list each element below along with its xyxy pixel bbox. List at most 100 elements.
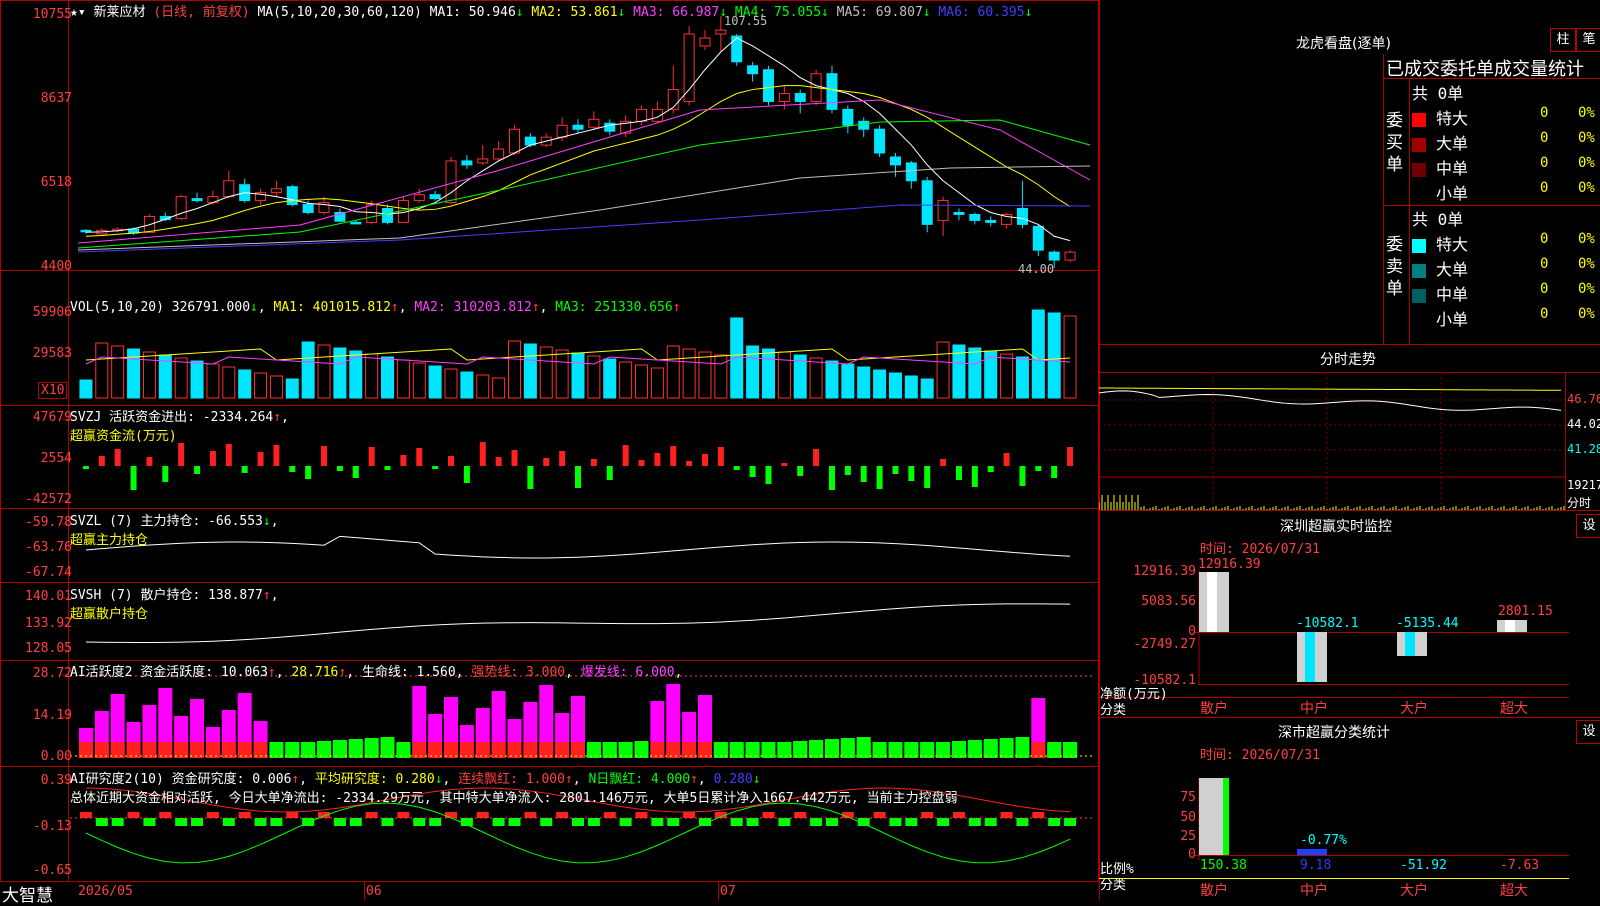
ai-research-title: AI研究度2(10) 资金研究度: 0.006↑, 平均研究度: 0.280↓,…	[70, 772, 958, 806]
svzj-bars	[82, 442, 1074, 490]
candle-body	[778, 93, 790, 102]
intraday-title[interactable]: 分时走势	[1320, 349, 1376, 369]
volume-bar	[190, 360, 204, 399]
research-bar	[286, 812, 299, 818]
color-swatch	[1412, 263, 1426, 278]
ma-value: MA4: 75.055	[734, 5, 822, 20]
ma-value: MA3: 66.987	[633, 5, 720, 20]
svzj-bar	[622, 445, 629, 466]
order-pct: 0%	[1578, 281, 1595, 297]
pen-mode-button[interactable]: 笔	[1576, 28, 1600, 52]
order-row: 特大	[1412, 231, 1468, 255]
sz-category: 大户	[1400, 701, 1428, 717]
ai-active-base	[142, 742, 157, 758]
research-bar	[429, 818, 442, 826]
order-count: 0	[1540, 281, 1549, 297]
research-bar	[921, 812, 934, 818]
sell-total: 共 0单	[1412, 210, 1464, 229]
candle-body	[937, 200, 949, 221]
order-pct: 0%	[1578, 155, 1595, 171]
order-count: 0	[1540, 155, 1549, 171]
candle-body	[429, 194, 441, 200]
order-pct: 0%	[1578, 105, 1595, 121]
stock-name[interactable]: 新莱应材	[93, 5, 145, 20]
volume-bar	[317, 344, 331, 399]
candle-body	[1048, 251, 1060, 261]
volume-bar	[1015, 356, 1029, 399]
svzj-bar	[813, 449, 820, 466]
svzj-bar	[511, 450, 518, 466]
research-bar	[365, 812, 378, 818]
volume-bar	[1063, 315, 1077, 399]
volume-bar	[571, 352, 585, 399]
sz-bar-highlight	[1305, 632, 1315, 682]
volume-bar	[238, 369, 252, 399]
color-swatch	[1412, 137, 1426, 152]
research-bar	[254, 818, 267, 826]
chart-area[interactable]: 107.55 44.00	[0, 0, 1100, 900]
research-bar	[603, 812, 616, 818]
cls-category: 散户	[1200, 883, 1228, 899]
volume-bar	[1047, 312, 1061, 399]
svzj-bar	[384, 466, 391, 470]
volume-bar	[269, 375, 283, 399]
svzj-bar	[670, 446, 677, 466]
volume-bar	[666, 345, 680, 399]
candle-body	[747, 65, 759, 75]
svzj-y-label: 47679	[32, 410, 72, 425]
svzj-bar	[924, 466, 931, 488]
svzj-bar	[559, 451, 566, 466]
volume-bar	[476, 374, 490, 399]
color-swatch	[1412, 162, 1426, 177]
svzj-bar	[241, 466, 248, 473]
candle-body	[985, 219, 997, 223]
svzj-bar	[194, 466, 201, 474]
ai-active-base	[761, 742, 776, 758]
svzj-bar	[797, 466, 804, 476]
candle-body	[302, 204, 314, 213]
sz-bar-highlight	[1207, 572, 1217, 632]
research-bar	[619, 818, 632, 826]
star-icon[interactable]: ★▾	[70, 5, 86, 20]
bar-mode-button[interactable]: 柱	[1550, 28, 1576, 52]
cls-y-label: 50	[1180, 810, 1196, 825]
ai-active-base	[126, 742, 141, 758]
color-swatch	[1412, 112, 1426, 127]
svzj-bar	[765, 466, 772, 484]
order-row: 中单	[1412, 155, 1468, 179]
intraday-label: 44.02	[1567, 417, 1600, 431]
volume-bar	[761, 348, 775, 399]
ai-active-base	[1015, 742, 1030, 758]
order-count: 0	[1540, 256, 1549, 272]
volume-bar	[523, 343, 537, 399]
research-bar	[492, 818, 505, 826]
sz-y-label: 12916.39	[1133, 564, 1196, 579]
cls-value: 9.18	[1300, 858, 1332, 873]
order-stats-title: 已成交委托单成交量统计	[1386, 59, 1584, 80]
candle-body	[842, 108, 854, 126]
svzj-bar	[336, 466, 343, 471]
order-row: 中单	[1412, 281, 1468, 305]
ai-active-base	[840, 742, 855, 758]
svzj-bar	[543, 458, 550, 466]
research-bar	[175, 818, 188, 826]
svzj-bar	[463, 466, 470, 483]
sz-settings-button[interactable]: 设	[1576, 514, 1600, 538]
svzj-bar	[416, 448, 423, 466]
sz-cat: 分类	[1100, 703, 1127, 718]
svzj-bar	[781, 463, 788, 466]
res-y-label: 0.39	[40, 773, 72, 788]
order-count: 0	[1540, 306, 1549, 322]
research-bar	[984, 818, 997, 826]
ai-active-base	[951, 742, 966, 758]
candle-body	[191, 198, 203, 202]
cls-settings-button[interactable]: 设	[1576, 720, 1600, 744]
ma-values: MA1: 50.946↓ MA2: 53.861↓ MA3: 66.987↓ M…	[430, 5, 1033, 20]
order-row: 特大	[1412, 105, 1468, 129]
sz-category: 中户	[1300, 701, 1328, 717]
ai-active-base	[1031, 742, 1046, 758]
svzj-bar	[432, 466, 439, 469]
candle-body	[905, 162, 917, 182]
candle-body	[699, 37, 711, 47]
candle-body	[413, 194, 425, 202]
